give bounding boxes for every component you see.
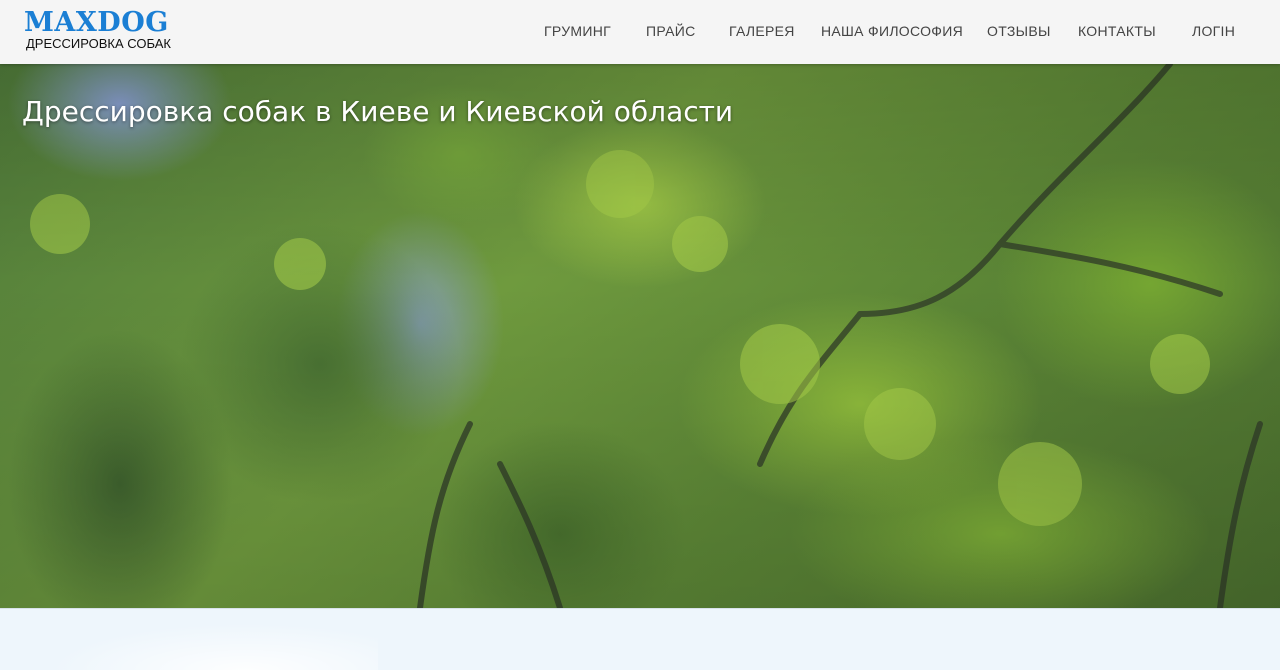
- nav-item-gallery[interactable]: ГАЛЕРЕЯ: [729, 23, 795, 39]
- hero-title: Дрессировка собак в Киеве и Киевской обл…: [22, 95, 734, 128]
- nav-item-login[interactable]: ЛОГІН: [1192, 23, 1235, 39]
- nav-item-contacts[interactable]: КОНТАКТЫ: [1078, 23, 1156, 39]
- hero-banner: Дрессировка собак в Киеве и Киевской обл…: [0, 64, 1280, 608]
- section-image-fade: [48, 623, 378, 670]
- nav-item-reviews[interactable]: ОТЗЫВЫ: [987, 23, 1051, 39]
- nav-item-philosophy[interactable]: НАША ФИЛОСОФИЯ: [821, 23, 963, 39]
- content-section: [0, 608, 1280, 670]
- logo-title: MAXDOG: [24, 7, 169, 38]
- nav-item-price[interactable]: ПРАЙС: [646, 23, 695, 39]
- nav-item-grooming[interactable]: ГРУМИНГ: [544, 23, 611, 39]
- site-header: MAXDOG ДРЕССИРОВКА СОБАК ГРУМИНГ ПРАЙС Г…: [0, 0, 1280, 64]
- logo-subtitle: ДРЕССИРОВКА СОБАК: [26, 36, 171, 51]
- logo[interactable]: MAXDOG ДРЕССИРОВКА СОБАК: [24, 8, 171, 51]
- hero-overlay: [0, 64, 1280, 608]
